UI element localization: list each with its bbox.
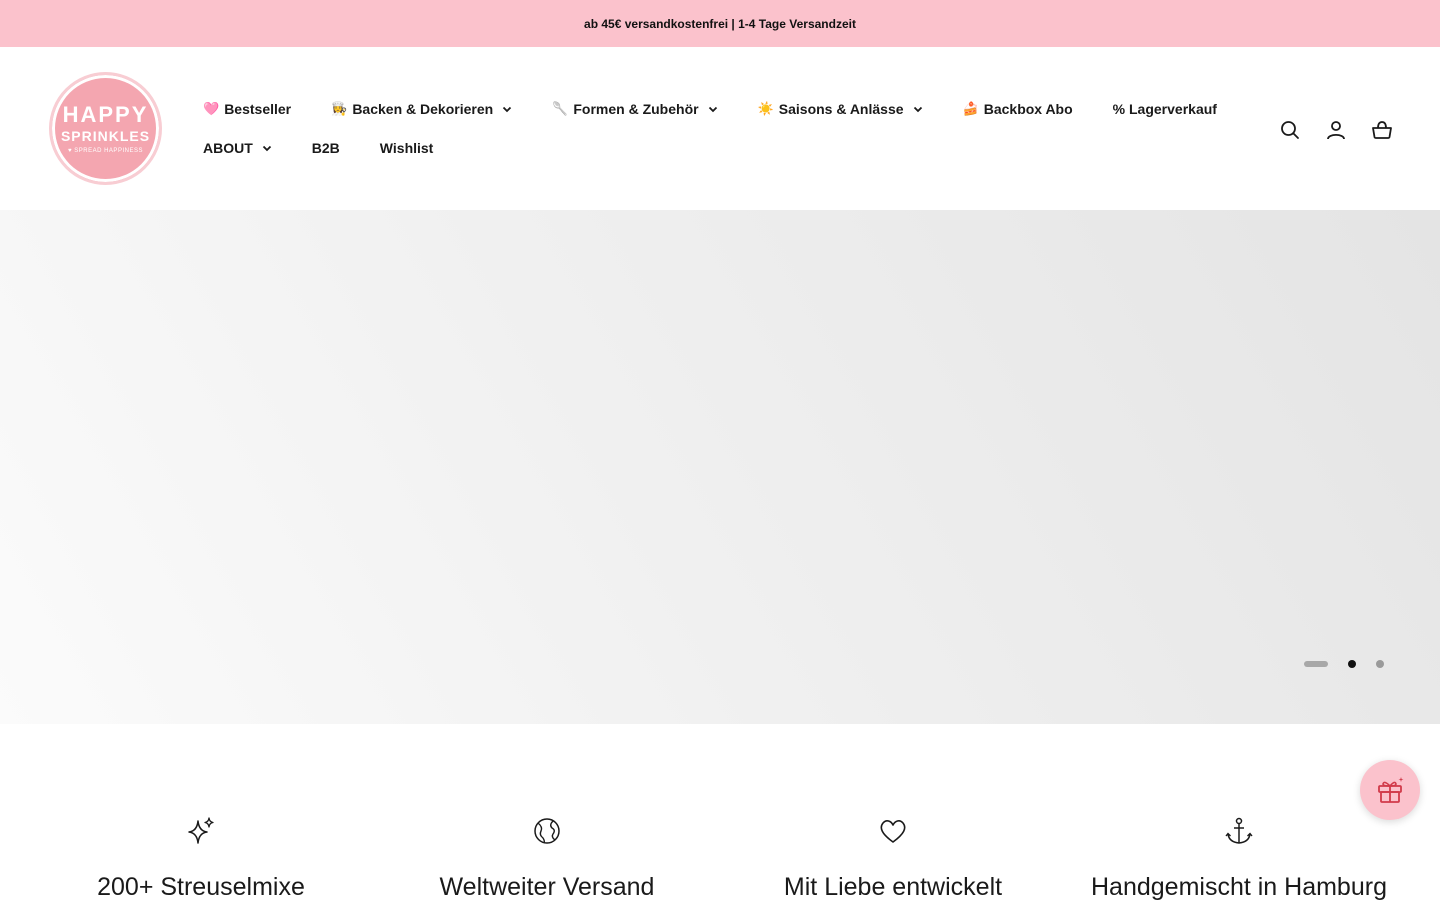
feature-liebe: Mit Liebe entwickelt bbox=[720, 815, 1066, 900]
search-icon[interactable] bbox=[1278, 118, 1302, 142]
nav-label: Saisons & Anlässe bbox=[778, 101, 904, 117]
chevron-down-icon bbox=[262, 145, 271, 152]
site-header: HAPPY SPRINKLES ♥ SPREAD HAPPINESS 🩷 Bes… bbox=[0, 47, 1440, 210]
globe-icon bbox=[534, 818, 560, 844]
feature-hamburg: Handgemischt in Hamburg bbox=[1066, 815, 1412, 900]
slide-dot-3[interactable] bbox=[1376, 660, 1384, 668]
cart-icon[interactable] bbox=[1370, 118, 1394, 142]
sun-icon: ☀️ bbox=[757, 101, 774, 116]
nav-label: Backen & Dekorieren bbox=[352, 101, 494, 117]
heart-icon bbox=[880, 820, 906, 843]
nav-label: % Lagerverkauf bbox=[1112, 101, 1217, 117]
nav-item-saisons-anlaesse[interactable]: ☀️ Saisons & Anlässe bbox=[758, 99, 923, 119]
nav-item-about[interactable]: ABOUT bbox=[203, 138, 272, 158]
feature-versand: Weltweiter Versand bbox=[374, 815, 720, 900]
sparkle-icon bbox=[188, 817, 214, 844]
account-icon[interactable] bbox=[1324, 118, 1348, 142]
nav-label: Formen & Zubehör bbox=[573, 101, 699, 117]
logo-line-3: ♥ SPREAD HAPPINESS bbox=[68, 148, 143, 154]
nav-item-backbox-abo[interactable]: 🍰 Backbox Abo bbox=[963, 99, 1073, 119]
chevron-down-icon bbox=[913, 106, 922, 113]
nav-label: Bestseller bbox=[224, 101, 292, 117]
logo-line-1: HAPPY bbox=[62, 102, 149, 127]
nav-label: ABOUT bbox=[203, 140, 253, 156]
feature-title: Weltweiter Versand bbox=[439, 873, 655, 900]
nav-item-bestseller[interactable]: 🩷 Bestseller bbox=[203, 99, 291, 119]
main-nav-row-1: 🩷 Bestseller 👩‍🍳 Backen & Dekorieren 🥄 F… bbox=[203, 99, 1257, 119]
rewards-gift-button[interactable] bbox=[1360, 760, 1420, 820]
feature-title: Handgemischt in Hamburg bbox=[1091, 873, 1387, 900]
nav-item-wishlist[interactable]: Wishlist bbox=[380, 138, 434, 158]
nav-label: Wishlist bbox=[379, 140, 434, 156]
feature-title: 200+ Streuselmixe bbox=[97, 873, 305, 900]
slide-dot-2-active[interactable] bbox=[1348, 660, 1356, 668]
announcement-bar: ab 45€ versandkostenfrei | 1-4 Tage Vers… bbox=[0, 0, 1440, 47]
slideshow-pagination bbox=[1304, 660, 1384, 668]
gift-icon bbox=[1378, 777, 1404, 803]
spoon-icon: 🥄 bbox=[552, 101, 569, 116]
nav-label: B2B bbox=[311, 140, 340, 156]
chevron-down-icon bbox=[708, 106, 717, 113]
cake-icon: 🍰 bbox=[962, 101, 979, 116]
header-icons bbox=[1256, 118, 1394, 142]
nav-item-formen-zubehoer[interactable]: 🥄 Formen & Zubehör bbox=[552, 99, 717, 119]
hero-slideshow[interactable] bbox=[0, 210, 1440, 724]
announcement-text: ab 45€ versandkostenfrei | 1-4 Tage Vers… bbox=[584, 16, 856, 31]
anchor-icon bbox=[1225, 817, 1253, 844]
nav-item-lagerverkauf[interactable]: % Lagerverkauf bbox=[1113, 99, 1217, 119]
feature-streuselmixe: 200+ Streuselmixe bbox=[28, 815, 374, 900]
main-nav-row-2: ABOUT B2B Wishlist bbox=[203, 138, 473, 158]
nav-label: Backbox Abo bbox=[983, 101, 1073, 117]
chevron-down-icon bbox=[503, 106, 512, 113]
baker-icon: 👩‍🍳 bbox=[331, 101, 348, 116]
nav-item-b2b[interactable]: B2B bbox=[312, 138, 340, 158]
nav-item-backen-dekorieren[interactable]: 👩‍🍳 Backen & Dekorieren bbox=[331, 99, 512, 119]
pink-heart-icon: 🩷 bbox=[203, 101, 220, 116]
happy-sprinkles-logo[interactable]: HAPPY SPRINKLES ♥ SPREAD HAPPINESS bbox=[49, 72, 162, 185]
slide-dot-1[interactable] bbox=[1304, 661, 1328, 667]
feature-title: Mit Liebe entwickelt bbox=[783, 873, 1003, 900]
logo-line-2: SPRINKLES bbox=[60, 128, 151, 144]
